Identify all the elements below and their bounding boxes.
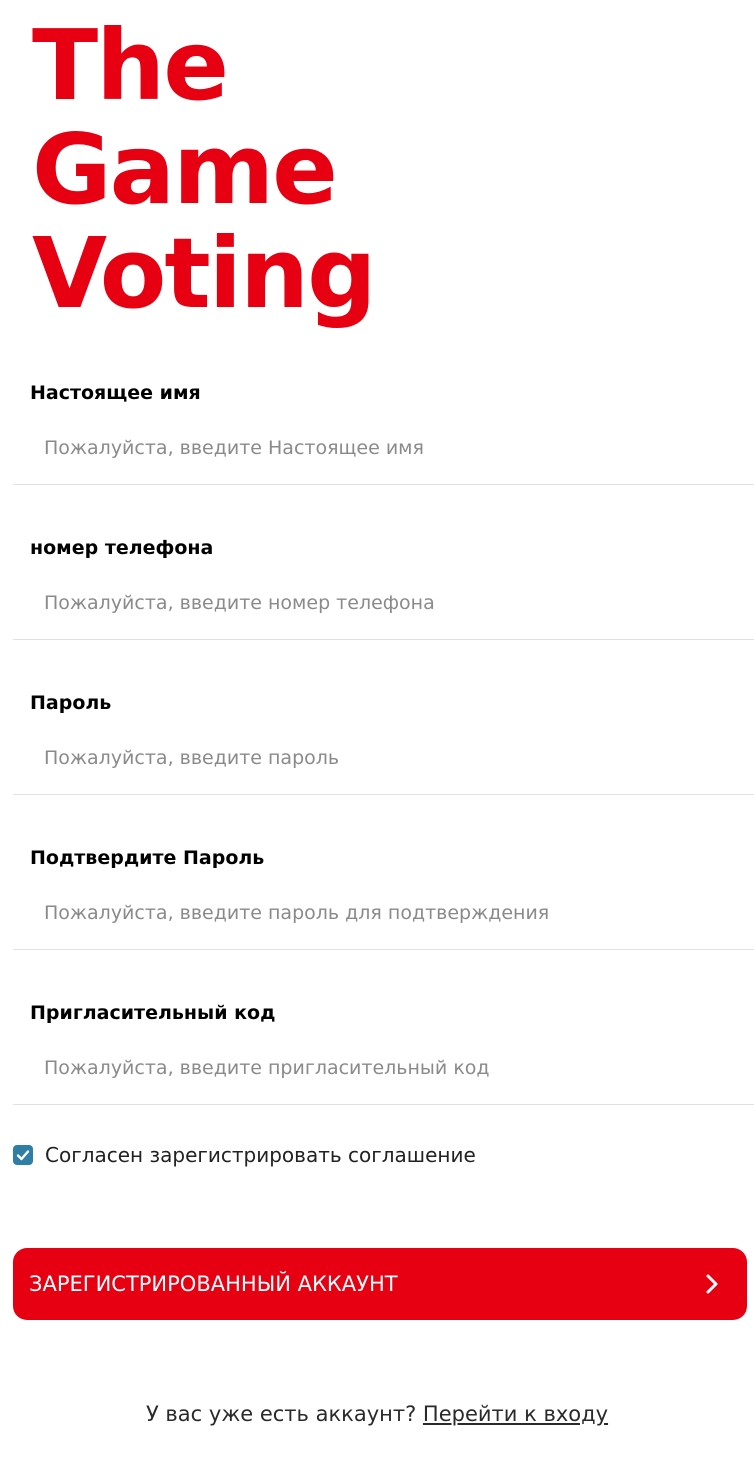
- agreement-checkbox[interactable]: [13, 1145, 33, 1165]
- real-name-label: Настоящее имя: [30, 382, 201, 404]
- field-invite-code: Пригласительный код: [0, 980, 754, 1134]
- divider: [13, 949, 754, 950]
- login-prompt: У вас уже есть аккаунт? Перейти к входу: [0, 1402, 754, 1426]
- invite-code-input[interactable]: [30, 1046, 720, 1090]
- password-label: Пароль: [30, 692, 112, 714]
- divider: [13, 484, 754, 485]
- brand-logo: The Game Voting: [32, 9, 377, 330]
- divider: [13, 1104, 754, 1105]
- real-name-input[interactable]: [30, 426, 720, 470]
- divider: [13, 794, 754, 795]
- chevron-right-icon: [706, 1274, 718, 1294]
- brand-logo-line-1: The: [32, 9, 229, 122]
- field-confirm-password: Подтвердите Пароль: [0, 825, 754, 979]
- checkmark-icon: [16, 1150, 30, 1161]
- confirm-password-label: Подтвердите Пароль: [30, 847, 265, 869]
- brand-logo-line-2: Game: [32, 113, 338, 226]
- agreement-label: Согласен зарегистрировать соглашение: [45, 1143, 476, 1167]
- field-real-name: Настоящее имя: [0, 360, 754, 514]
- field-password: Пароль: [0, 670, 754, 824]
- agreement-row: Согласен зарегистрировать соглашение: [13, 1142, 476, 1168]
- go-to-login-link[interactable]: Перейти к входу: [423, 1402, 608, 1426]
- phone-input[interactable]: [30, 581, 720, 625]
- register-account-button[interactable]: ЗАРЕГИСТРИРОВАННЫЙ АККАУНТ: [13, 1248, 747, 1320]
- invite-code-label: Пригласительный код: [30, 1002, 276, 1024]
- confirm-password-input[interactable]: [30, 891, 720, 935]
- register-account-label: ЗАРЕГИСТРИРОВАННЫЙ АККАУНТ: [29, 1272, 398, 1296]
- field-phone: номер телефона: [0, 515, 754, 669]
- divider: [13, 639, 754, 640]
- login-prompt-text: У вас уже есть аккаунт?: [145, 1402, 417, 1426]
- phone-label: номер телефона: [30, 537, 214, 559]
- password-input[interactable]: [30, 736, 720, 780]
- brand-logo-line-3: Voting: [32, 217, 377, 330]
